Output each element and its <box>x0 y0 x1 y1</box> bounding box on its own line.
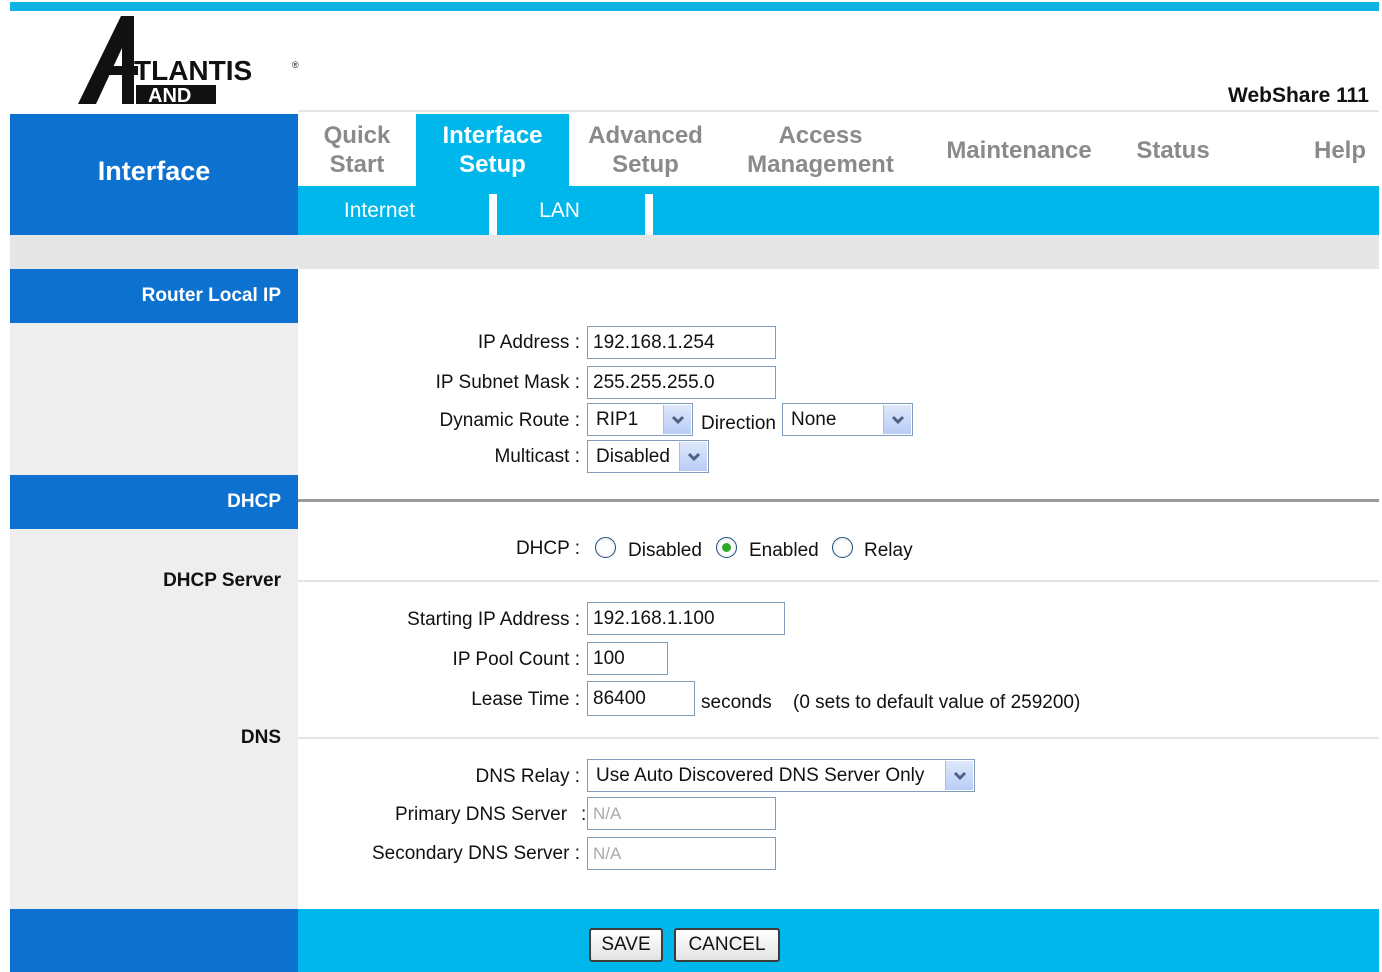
pool-count-label: IP Pool Count : <box>452 649 580 670</box>
logo-text-top: TLANTIS <box>134 55 252 86</box>
dhcp-relay-radio[interactable] <box>832 537 853 558</box>
nav-label: Help <box>1313 136 1366 164</box>
primary-dns-input[interactable]: N/A <box>587 797 776 830</box>
primary-dns-colon: : <box>581 804 587 825</box>
nav-interface-setup[interactable]: Interface Setup <box>416 114 569 186</box>
subnet-mask-input[interactable]: 255.255.255.0 <box>587 366 776 399</box>
dhcp-enabled-radio[interactable] <box>716 537 737 558</box>
footer-left-panel <box>10 909 298 972</box>
chevron-down-icon <box>663 405 691 434</box>
direction-value: None <box>791 408 837 430</box>
primary-dns-label: Primary DNS Server <box>395 804 568 825</box>
save-button[interactable]: SAVE <box>589 928 663 962</box>
dns-relay-label: DNS Relay : <box>475 766 580 787</box>
nav-label: Advanced <box>588 122 703 149</box>
dns-relay-select[interactable]: Use Auto Discovered DNS Server Only <box>587 759 975 792</box>
nav-label: Management <box>747 151 894 178</box>
nav-label: Maintenance <box>946 136 1092 164</box>
dhcp-relay-label: Relay <box>864 540 913 561</box>
multicast-select[interactable]: Disabled <box>587 440 709 473</box>
section-router-local-ip: Router Local IP <box>10 269 298 323</box>
subnav-divider <box>645 194 653 235</box>
ip-address-input[interactable]: 192.168.1.254 <box>587 326 776 359</box>
ip-address-label: IP Address : <box>477 332 580 353</box>
lease-note: (0 sets to default value of 259200) <box>793 692 1081 713</box>
dynamic-route-label: Dynamic Route : <box>439 410 580 431</box>
subnet-mask-label: IP Subnet Mask : <box>435 372 580 393</box>
nav-label: Setup <box>459 151 526 178</box>
footer-bar <box>298 909 1379 972</box>
nav-label: Start <box>329 151 385 178</box>
section-dhcp: DHCP <box>10 475 298 529</box>
subnav-lan[interactable]: LAN <box>497 186 622 235</box>
nav-label: Interface <box>442 122 543 149</box>
atlantis-logo: TLANTIS AND ® <box>78 14 308 107</box>
label-dns: DNS <box>240 727 281 748</box>
nav-quick-start[interactable]: Quick Start <box>298 114 416 186</box>
gray-band <box>10 235 1379 269</box>
product-name: WebShare 111 <box>1228 84 1369 107</box>
nav-label: Quick <box>323 122 391 149</box>
header-separator <box>298 110 1379 112</box>
dhcp-disabled-radio[interactable] <box>595 537 616 558</box>
multicast-value: Disabled <box>596 445 670 467</box>
nav-help[interactable]: Help <box>1290 114 1382 186</box>
dns-separator <box>298 737 1379 739</box>
nav-label: Setup <box>612 151 679 178</box>
direction-select[interactable]: None <box>782 403 913 436</box>
top-accent-bar <box>10 2 1379 11</box>
chevron-down-icon <box>883 405 911 434</box>
label-dhcp-server: DHCP Server <box>163 570 281 591</box>
dhcp-server-separator <box>298 580 1379 582</box>
lease-time-label: Lease Time : <box>471 689 580 710</box>
pool-count-input[interactable]: 100 <box>587 642 668 675</box>
subnav-divider <box>489 194 497 235</box>
dhcp-label: DHCP : <box>515 538 580 559</box>
multicast-label: Multicast : <box>494 446 580 467</box>
nav-advanced-setup[interactable]: Advanced Setup <box>569 114 722 186</box>
dynamic-route-value: RIP1 <box>596 408 639 430</box>
dhcp-disabled-label: Disabled <box>628 540 702 561</box>
nav-label: Status <box>1136 136 1210 164</box>
dhcp-enabled-label: Enabled <box>749 540 819 561</box>
dhcp-separator <box>298 499 1379 502</box>
dynamic-route-select[interactable]: RIP1 <box>587 403 693 436</box>
sub-nav-bar <box>298 186 1379 235</box>
chevron-down-icon <box>679 442 707 471</box>
nav-status[interactable]: Status <box>1118 114 1228 186</box>
dns-relay-value: Use Auto Discovered DNS Server Only <box>596 764 925 786</box>
secondary-dns-label: Secondary DNS Server : <box>371 843 580 864</box>
subnav-internet[interactable]: Internet <box>312 186 447 235</box>
direction-label: Direction <box>701 413 776 434</box>
lease-time-input[interactable]: 86400 <box>587 681 695 716</box>
registered-mark-icon: ® <box>292 60 299 70</box>
starting-ip-label: Starting IP Address : <box>407 609 580 630</box>
logo-text-bottom: AND <box>148 85 191 106</box>
chevron-down-icon <box>945 761 973 790</box>
nav-label: Access <box>778 122 863 149</box>
secondary-dns-input[interactable]: N/A <box>587 837 776 870</box>
cancel-button[interactable]: CANCEL <box>674 928 780 962</box>
lease-unit: seconds <box>701 692 772 713</box>
starting-ip-input[interactable]: 192.168.1.100 <box>587 602 785 635</box>
logo-mark-icon: TLANTIS AND ® <box>78 16 299 107</box>
nav-access-management[interactable]: Access Management <box>722 114 919 186</box>
nav-maintenance[interactable]: Maintenance <box>933 114 1105 186</box>
nav-section-title: Interface <box>97 156 211 186</box>
